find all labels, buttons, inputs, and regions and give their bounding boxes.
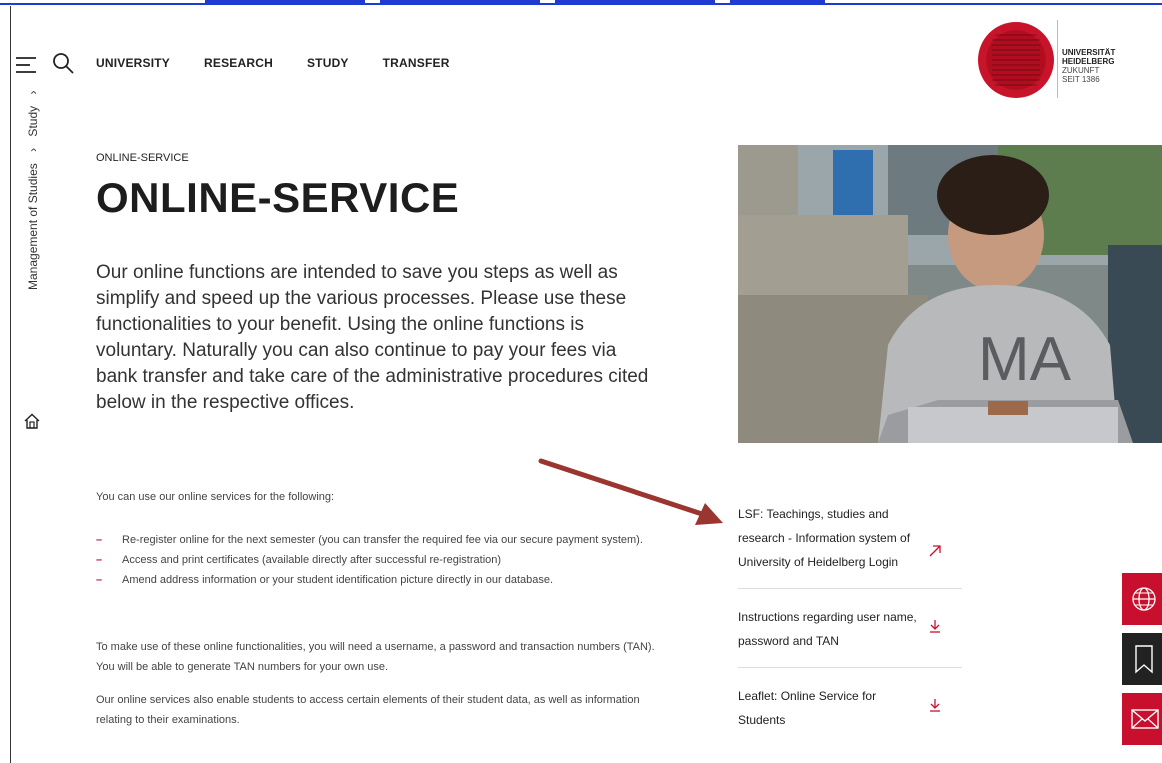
dash-bullet-icon: – <box>96 534 103 546</box>
download-icon[interactable] <box>928 698 942 712</box>
breadcrumb-study[interactable]: Study <box>26 106 40 137</box>
svg-text:MA: MA <box>978 325 1072 394</box>
dash-bullet-icon: – <box>96 574 103 586</box>
breadcrumb-separator-icon: › <box>26 90 40 95</box>
mail-icon <box>1131 709 1159 729</box>
nav-transfer[interactable]: TRANSFER <box>383 56 450 70</box>
link-instructions[interactable]: Instructions regarding user name, passwo… <box>738 589 962 668</box>
university-wordmark[interactable]: UNIVERSITÄT HEIDELBERG ZUKUNFT SEIT 1386 <box>1062 48 1115 84</box>
link-lsf-login[interactable]: LSF: Teachings, studies and research - I… <box>738 500 962 589</box>
nav-study[interactable]: STUDY <box>307 56 349 70</box>
link-leaflet[interactable]: Leaflet: Online Service for Students <box>738 668 962 738</box>
link-lsf-label[interactable]: LSF: Teachings, studies and research - I… <box>738 502 918 574</box>
link-instructions-label[interactable]: Instructions regarding user name, passwo… <box>738 605 918 653</box>
annotation-arrow <box>538 458 723 525</box>
logo-line-2: HEIDELBERG <box>1062 57 1115 66</box>
student-data-paragraph: Our online services also enable students… <box>96 694 640 726</box>
main-nav: UNIVERSITY RESEARCH STUDY TRANSFER <box>96 56 450 70</box>
breadcrumb-management-of-studies[interactable]: Management of Studies <box>26 163 40 290</box>
page-eyebrow: ONLINE-SERVICE <box>96 152 189 164</box>
contact-mail-button[interactable] <box>1122 693 1162 745</box>
student-laptop-photo: MA <box>738 145 1162 443</box>
intro-paragraph: Our online functions are intended to sav… <box>96 262 649 413</box>
globe-icon <box>1132 587 1156 611</box>
menu-icon[interactable] <box>15 55 37 75</box>
nav-university[interactable]: UNIVERSITY <box>96 56 170 70</box>
download-icon[interactable] <box>928 619 942 633</box>
university-seal-logo[interactable] <box>978 22 1054 98</box>
related-links: LSF: Teachings, studies and research - I… <box>738 500 962 738</box>
search-icon[interactable] <box>52 52 74 74</box>
logo-divider <box>1057 20 1058 98</box>
dash-bullet-icon: – <box>96 554 103 566</box>
bookmark-icon <box>1135 645 1153 674</box>
nav-research[interactable]: RESEARCH <box>204 56 273 70</box>
top-link-underline <box>0 0 1162 6</box>
logo-line-4: SEIT 1386 <box>1062 75 1100 84</box>
list-item: – Access and print certificates (availabl… <box>96 551 656 569</box>
logo-line-3: ZUKUNFT <box>1062 66 1100 75</box>
logo-line-1: UNIVERSITÄT <box>1062 48 1116 57</box>
services-list: – Re-register online for the next semeste… <box>96 531 656 591</box>
link-leaflet-label[interactable]: Leaflet: Online Service for Students <box>738 684 918 732</box>
window-left-border <box>10 6 11 763</box>
bookmark-button[interactable] <box>1122 633 1162 685</box>
language-button[interactable] <box>1122 573 1162 625</box>
breadcrumb-separator-icon: › <box>26 147 40 152</box>
credentials-paragraph: To make use of these online functionalit… <box>96 641 655 673</box>
external-link-icon[interactable] <box>928 544 942 558</box>
breadcrumb: Management of Studies › Study › <box>26 91 46 435</box>
page-title: ONLINE-SERVICE <box>96 174 460 221</box>
list-item: – Amend address information or your stude… <box>96 571 656 589</box>
home-icon[interactable] <box>24 413 40 429</box>
